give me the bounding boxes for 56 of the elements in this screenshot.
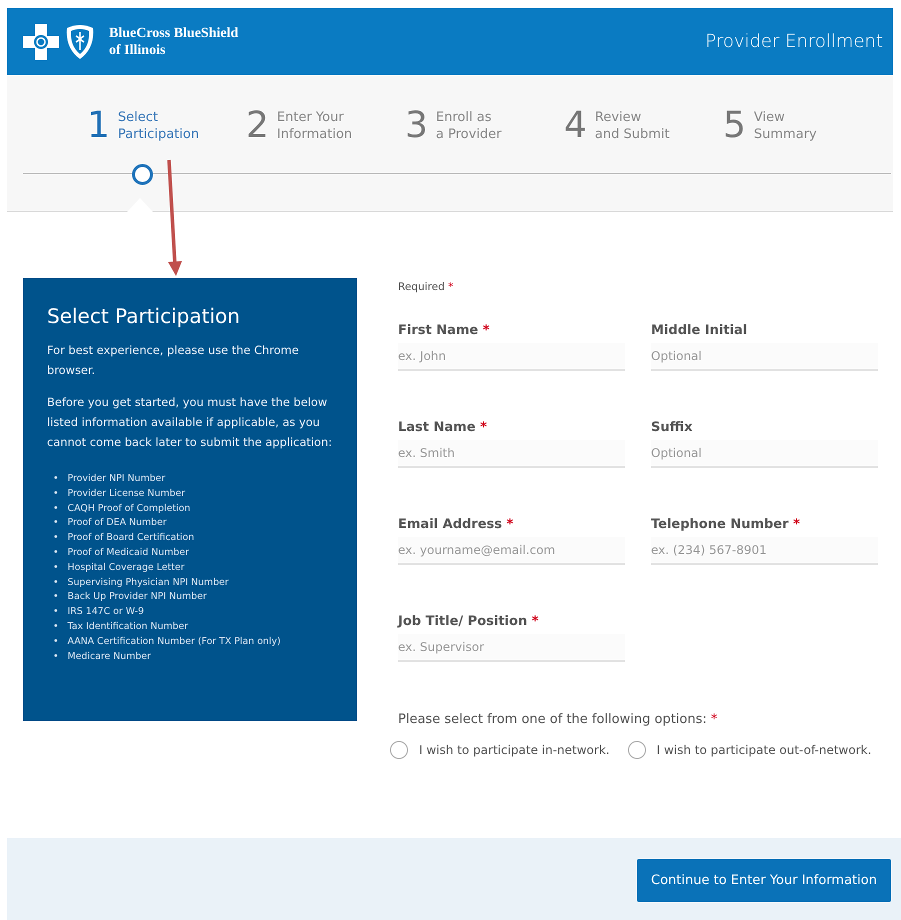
list-bullet: • — [53, 650, 59, 664]
cross-logo-icon — [23, 24, 59, 60]
input-field[interactable]: Optional — [651, 440, 878, 468]
list-bullet: • — [53, 531, 59, 546]
requirement-item: Provider License Number — [68, 486, 186, 501]
brand-name: of Illinois — [109, 42, 166, 58]
requirement-item: Medicare Number — [68, 650, 151, 664]
requirement-item: Supervising Physician NPI Number — [68, 576, 229, 590]
list-bullet: • — [53, 590, 59, 604]
options-prompt: Please select from one of the following options: * — [398, 712, 718, 727]
panel-paragraph: For best experience, please use the Chrome browser. — [47, 342, 300, 379]
requirement-item: Hospital Coverage Letter — [68, 560, 184, 575]
required-note: Required * — [398, 281, 454, 293]
list-bullet: • — [53, 560, 59, 575]
list-bullet: • — [53, 472, 59, 486]
input-field[interactable]: ex. Smith — [398, 440, 625, 468]
option-label[interactable]: I wish to participate in-network. — [419, 743, 610, 757]
input-field[interactable]: ex. yourname@email.com — [398, 537, 625, 565]
list-bullet: • — [53, 605, 59, 620]
option-label[interactable]: I wish to participate out-of-network. — [656, 743, 872, 757]
list-bullet: • — [53, 576, 59, 590]
list-bullet: • — [53, 546, 59, 560]
input-field[interactable]: Optional — [651, 343, 878, 371]
radio-button[interactable] — [390, 741, 408, 759]
input-field[interactable]: ex. John — [398, 343, 625, 371]
field-label: Suffix — [651, 420, 694, 435]
requirement-item: CAQH Proof of Completion — [68, 502, 190, 516]
input-field[interactable]: ex. (234) 567-8901 — [651, 537, 878, 565]
brand-name: BlueCross BlueShield — [109, 24, 238, 42]
field-label: First Name * — [398, 323, 491, 338]
input-field[interactable]: ex. Supervisor — [398, 634, 625, 662]
field-label: Middle Initial — [651, 323, 748, 338]
step-marker — [132, 164, 153, 185]
list-bullet: • — [53, 634, 59, 649]
field-label: Telephone Number * — [651, 517, 801, 532]
requirement-item: Proof of Board Certification — [68, 531, 194, 546]
requirement-item: Provider NPI Number — [68, 472, 166, 486]
field-label: Email Address * — [398, 517, 514, 532]
requirement-item: Proof of Medicaid Number — [68, 546, 189, 560]
list-bullet: • — [53, 620, 59, 634]
requirement-item: Tax Identification Number — [68, 620, 188, 634]
shield-logo-icon — [65, 24, 95, 60]
field-label: Last Name * — [398, 420, 488, 435]
requirement-item: IRS 147C or W-9 — [68, 605, 144, 620]
page-title: Provider Enrollment — [705, 31, 883, 52]
requirement-item: Back Up Provider NPI Number — [68, 590, 207, 604]
list-bullet: • — [53, 486, 59, 501]
requirement-item: AANA Certification Number (For TX Plan only) — [68, 634, 281, 649]
field-label: Job Title/ Position * — [398, 614, 540, 629]
requirement-item: Proof of DEA Number — [68, 516, 167, 530]
list-bullet: • — [53, 502, 59, 516]
continue-button[interactable]: Continue to Enter Your Information — [637, 859, 891, 902]
panel-paragraph: Before you get started, you must have the below listed information available if applicable, as you cannot come back later to submit the application: — [47, 394, 333, 451]
panel-title: Select Participation — [47, 304, 241, 328]
radio-button[interactable] — [628, 741, 646, 759]
list-bullet: • — [53, 516, 59, 530]
